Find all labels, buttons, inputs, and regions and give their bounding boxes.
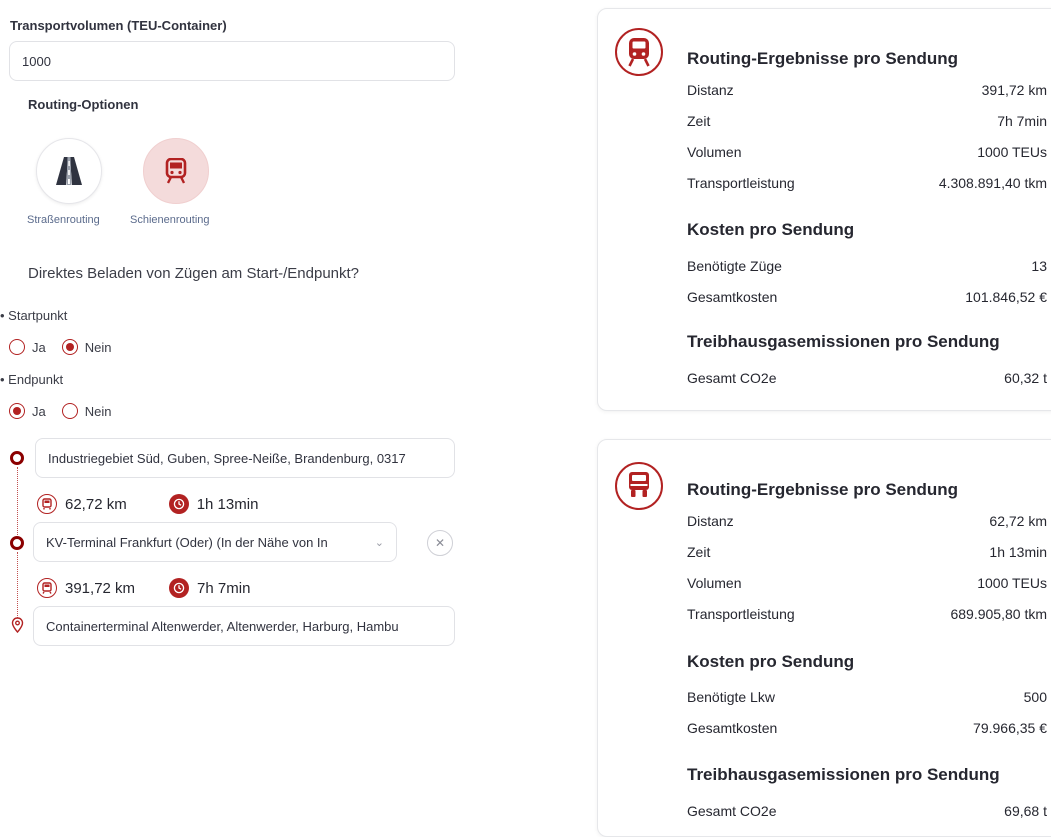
- result-value: 7h 7min: [997, 113, 1047, 129]
- truck-results-card: Routing-Ergebnisse pro Sendung Distanz 62…: [597, 439, 1051, 837]
- result-value: 689.905,80 tkm: [950, 606, 1047, 622]
- direct-loading-question: Direktes Beladen von Zügen am Start-/End…: [28, 265, 360, 282]
- end-location-input[interactable]: Containerterminal Altenwerder, Altenwerd…: [33, 606, 455, 646]
- terminal-select-value: KV-Terminal Frankfurt (Oder) (In der Näh…: [46, 534, 328, 550]
- clock-icon: [168, 494, 189, 514]
- result-label: Zeit: [687, 544, 711, 560]
- result-label: Volumen: [687, 575, 742, 591]
- result-label: Distanz: [687, 513, 734, 529]
- start-stop-marker: [10, 451, 24, 465]
- result-row: Zeit 7h 7min: [687, 113, 1047, 129]
- rail-results-card: Routing-Ergebnisse pro Sendung Distanz 39…: [597, 8, 1051, 411]
- volume-label: Transportvolumen (TEU-Container): [10, 18, 227, 33]
- route-connector: [16, 467, 18, 535]
- emission-section-title: Treibhausgasemissionen pro Sendung: [687, 332, 1000, 351]
- radio-label: Nein: [84, 403, 112, 419]
- leg-1-time: 1h 13min: [196, 495, 259, 513]
- leg-1-distance: 62,72 km: [65, 495, 127, 513]
- terminal-select[interactable]: KV-Terminal Frankfurt (Oder) (In der Näh…: [33, 522, 397, 562]
- leg-1-summary: 62,72 km 1h 13min: [37, 494, 258, 514]
- result-value: 391,72 km: [981, 82, 1047, 98]
- result-row: Benötigte Züge 13: [687, 258, 1047, 274]
- result-value: 500: [1023, 689, 1047, 705]
- startpunkt-radio-group: Ja Nein: [9, 339, 127, 355]
- road-routing-label: Straßenrouting: [27, 214, 100, 226]
- leg-2-time: 7h 7min: [197, 579, 251, 597]
- clock-icon: [169, 578, 190, 598]
- result-row: Gesamt CO2e 60,32 t: [687, 370, 1047, 386]
- rail-routing-label: Schienenrouting: [130, 214, 210, 226]
- result-label: Gesamt CO2e: [687, 803, 777, 819]
- emission-section-title: Treibhausgasemissionen pro Sendung: [687, 765, 1000, 784]
- result-row: Zeit 1h 13min: [687, 544, 1047, 560]
- endpunkt-radio-group: Ja Nein: [9, 403, 127, 419]
- chevron-down-icon: ⌄: [374, 536, 384, 549]
- location-pin-icon: [11, 617, 24, 638]
- close-icon: ✕: [434, 536, 446, 550]
- start-location-input[interactable]: Industriegebiet Süd, Guben, Spree-Neiße,…: [35, 438, 455, 478]
- result-value: 79.966,35 €: [973, 720, 1047, 736]
- result-row: Benötigte Lkw 500: [687, 689, 1047, 705]
- leg-2-distance: 391,72 km: [65, 579, 136, 597]
- result-row: Distanz 391,72 km: [687, 82, 1047, 98]
- train-icon: [615, 28, 663, 76]
- startpunkt-label: • Startpunkt: [0, 308, 68, 323]
- result-value: 1000 TEUs: [977, 144, 1047, 160]
- road-icon: [56, 157, 82, 185]
- result-row: Distanz 62,72 km: [687, 513, 1047, 529]
- result-value: 1h 13min: [989, 544, 1047, 560]
- result-value: 1000 TEUs: [977, 575, 1047, 591]
- result-value: 4.308.891,40 tkm: [938, 175, 1047, 191]
- endpunkt-label: • Endpunkt: [0, 372, 64, 387]
- truck-icon: [615, 462, 663, 510]
- result-row: Gesamt CO2e 69,68 t: [687, 803, 1047, 819]
- result-value: 69,68 t: [1004, 803, 1047, 819]
- result-label: Benötigte Lkw: [687, 689, 775, 705]
- result-value: 13: [1031, 258, 1047, 274]
- result-row: Volumen 1000 TEUs: [687, 575, 1047, 591]
- radio-label: Ja: [32, 339, 46, 355]
- radio-label: Ja: [32, 403, 46, 419]
- result-label: Zeit: [687, 113, 711, 129]
- card-title: Routing-Ergebnisse pro Sendung: [687, 49, 959, 68]
- result-label: Gesamt CO2e: [687, 370, 777, 386]
- result-value: 62,72 km: [989, 513, 1047, 529]
- result-label: Gesamtkosten: [687, 720, 778, 736]
- result-value: 101.846,52 €: [965, 289, 1047, 305]
- volume-input[interactable]: 1000: [9, 41, 455, 81]
- result-label: Volumen: [687, 144, 742, 160]
- road-routing-button[interactable]: [36, 138, 102, 204]
- result-label: Benötigte Züge: [687, 258, 782, 274]
- result-row: Gesamtkosten 79.966,35 €: [687, 720, 1047, 736]
- rail-routing-button[interactable]: [143, 138, 209, 204]
- routing-options-title: Routing-Optionen: [28, 97, 139, 112]
- cost-section-title: Kosten pro Sendung: [687, 652, 855, 671]
- train-icon: [37, 578, 57, 598]
- result-label: Transportleistung: [687, 175, 795, 191]
- result-row: Volumen 1000 TEUs: [687, 144, 1047, 160]
- result-label: Gesamtkosten: [687, 289, 778, 305]
- intermediate-stop-marker: [10, 536, 24, 550]
- leg-2-summary: 391,72 km 7h 7min: [37, 578, 250, 598]
- result-row: Transportleistung 4.308.891,40 tkm: [687, 175, 1047, 191]
- result-value: 60,32 t: [1004, 370, 1047, 386]
- route-connector: [16, 552, 18, 618]
- startpunkt-nein-radio[interactable]: [61, 339, 78, 355]
- cost-section-title: Kosten pro Sendung: [687, 220, 855, 239]
- endpunkt-nein-radio[interactable]: [61, 403, 78, 419]
- train-icon: [165, 158, 187, 184]
- startpunkt-ja-radio[interactable]: [9, 339, 25, 355]
- result-row: Gesamtkosten 101.846,52 €: [687, 289, 1047, 305]
- truck-icon: [37, 494, 57, 514]
- remove-stop-button[interactable]: ✕: [427, 530, 453, 556]
- endpunkt-ja-radio[interactable]: [9, 403, 25, 419]
- result-label: Distanz: [687, 82, 734, 98]
- result-row: Transportleistung 689.905,80 tkm: [687, 606, 1047, 622]
- radio-label: Nein: [84, 339, 112, 355]
- result-label: Transportleistung: [687, 606, 795, 622]
- card-title: Routing-Ergebnisse pro Sendung: [687, 480, 959, 499]
